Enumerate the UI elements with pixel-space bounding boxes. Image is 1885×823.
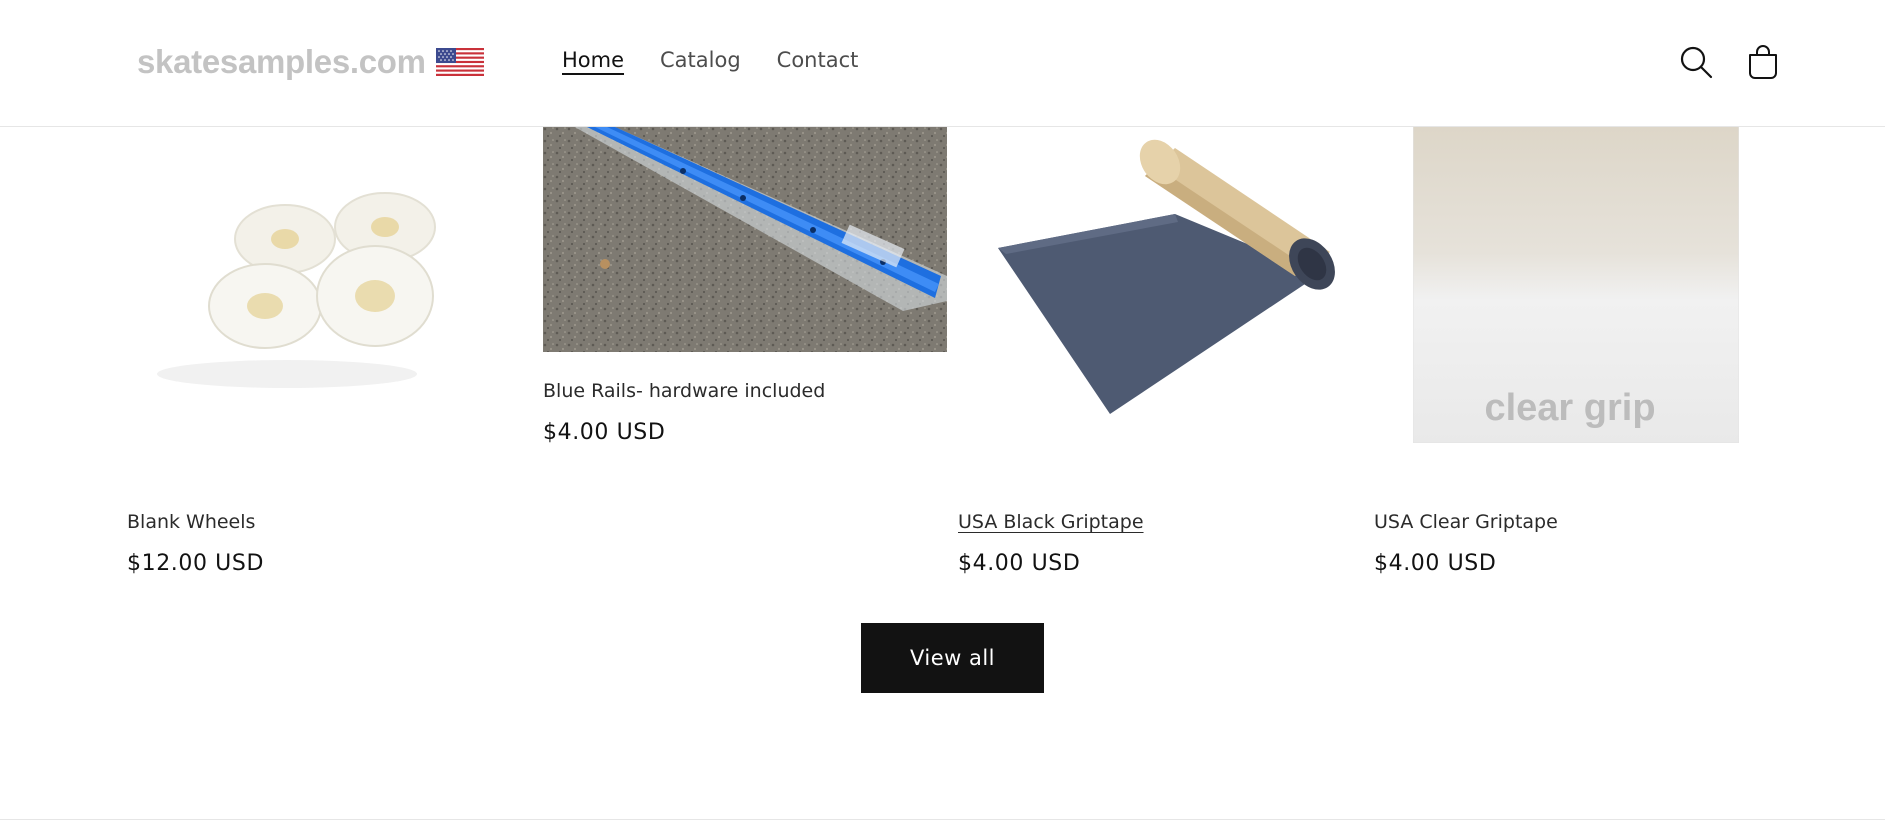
site-logo[interactable]: skatesamples.com (137, 38, 484, 86)
blue-rails-image (543, 126, 947, 352)
logo-text: skatesamples.com (137, 43, 426, 80)
product-image-blank-wheels[interactable] (127, 126, 493, 426)
main-nav: Home Catalog Contact (562, 48, 858, 72)
product-title[interactable]: USA Black Griptape (958, 511, 1144, 533)
product-title[interactable]: Blank Wheels (127, 511, 255, 533)
clear-griptape-image: clear grip (1413, 126, 1739, 443)
wheels-image (127, 126, 493, 426)
view-all-button[interactable]: View all (861, 623, 1044, 693)
product-price: $4.00 USD (543, 420, 666, 445)
product-title[interactable]: Blue Rails- hardware included (543, 380, 825, 402)
search-icon (1680, 46, 1713, 79)
footer-divider (0, 819, 1885, 820)
product-image-clear-griptape[interactable]: clear grip (1413, 126, 1739, 443)
cart-button[interactable] (1745, 44, 1781, 80)
product-price: $4.00 USD (958, 551, 1081, 576)
clear-grip-image-text: clear grip (1484, 387, 1655, 429)
cart-icon (1749, 45, 1777, 79)
product-image-blue-rails[interactable] (543, 126, 947, 352)
site-header: skatesamples.com Home Catalog Contact (0, 0, 1885, 127)
product-price: $4.00 USD (1374, 551, 1497, 576)
us-flag-icon (435, 48, 484, 76)
nav-catalog[interactable]: Catalog (660, 48, 741, 72)
search-button[interactable] (1678, 44, 1714, 80)
product-title[interactable]: USA Clear Griptape (1374, 511, 1558, 533)
product-image-black-griptape[interactable] (970, 126, 1344, 426)
black-griptape-image (970, 126, 1344, 426)
nav-home[interactable]: Home (562, 48, 624, 72)
product-price: $12.00 USD (127, 551, 264, 576)
nav-contact[interactable]: Contact (777, 48, 859, 72)
